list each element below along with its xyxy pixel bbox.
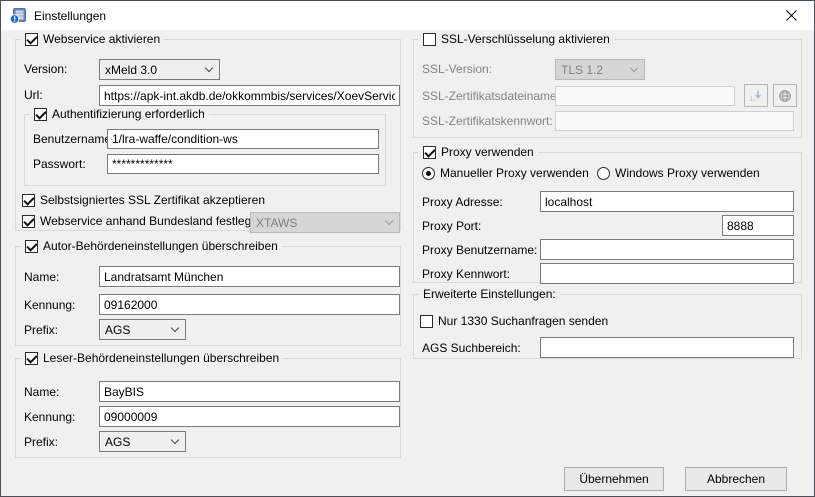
url-input[interactable]: [99, 85, 400, 106]
ssl-password-label: SSL-Zertifikatskennwort:: [422, 114, 553, 128]
bundesland-label: Webservice anhand Bundesland festlegen: [40, 214, 265, 228]
proxy-windows-row: Windows Proxy verwenden: [597, 166, 760, 180]
ssl-group-label: SSL-Verschlüsselung aktivieren: [441, 32, 610, 46]
globe-icon: [778, 89, 792, 103]
settings-dialog: Einstellungen Webservice aktivieren Vers…: [0, 0, 815, 497]
autor-prefix-label: Prefix:: [24, 323, 58, 337]
leser-override-checkbox[interactable]: [25, 352, 38, 365]
proxy-password-label: Proxy Kennwort:: [422, 267, 510, 281]
leser-prefix-value: AGS: [105, 435, 130, 449]
bundesland-select: XTAWS: [250, 212, 400, 233]
proxy-group: Proxy verwenden Manueller Proxy verwende…: [413, 152, 802, 283]
auth-group-label: Authentifizierung erforderlich: [52, 107, 205, 121]
autor-group: Autor-Behördeneinstellungen überschreibe…: [15, 246, 401, 346]
chevron-down-icon: [630, 65, 639, 74]
leser-prefix-label: Prefix:: [24, 435, 58, 449]
autor-override-checkbox[interactable]: [25, 240, 38, 253]
close-icon: [786, 10, 797, 21]
close-button[interactable]: [769, 1, 814, 30]
chevron-down-icon: [205, 65, 214, 74]
leser-name-label: Name:: [24, 385, 59, 399]
url-label: Url:: [24, 88, 43, 102]
window-title: Einstellungen: [34, 9, 106, 23]
ssl-enable-checkbox[interactable]: [423, 33, 436, 46]
proxy-windows-radio[interactable]: [597, 167, 610, 180]
chevron-down-icon: [171, 437, 180, 446]
leser-name-input[interactable]: [99, 381, 400, 402]
autor-group-label: Autor-Behördeneinstellungen überschreibe…: [43, 239, 278, 253]
ssl-file-globe-button: [773, 84, 797, 107]
advanced-group-label: Erweiterte Einstellungen:: [423, 287, 556, 301]
ssl-version-select: TLS 1.2: [555, 59, 645, 80]
ssl-file-label: SSL-Zertifikatsdateiname:: [422, 89, 560, 103]
leser-kennung-input[interactable]: [99, 406, 400, 427]
autor-kennung-label: Kennung:: [24, 298, 75, 312]
leser-group: Leser-Behördeneinstellungen überschreibe…: [15, 358, 401, 458]
open-file-icon: [749, 89, 763, 103]
cancel-button[interactable]: Abbrechen: [685, 467, 787, 491]
nur1330-checkbox[interactable]: [420, 315, 433, 328]
version-value: xMeld 3.0: [105, 63, 157, 77]
selfsigned-checkbox[interactable]: [22, 194, 35, 207]
proxy-address-input[interactable]: [540, 191, 794, 212]
password-input[interactable]: [107, 154, 379, 174]
proxy-password-input[interactable]: [540, 263, 794, 284]
version-select[interactable]: xMeld 3.0: [99, 59, 220, 80]
proxy-windows-label: Windows Proxy verwenden: [615, 166, 760, 180]
proxy-manual-label: Manueller Proxy verwenden: [440, 166, 589, 180]
autor-name-input[interactable]: [99, 266, 400, 287]
database-info-icon: [10, 8, 26, 24]
advanced-group: Erweiterte Einstellungen: Nur 1330 Sucha…: [413, 294, 802, 359]
bundesland-row: Webservice anhand Bundesland festlegen: [22, 214, 265, 228]
autor-prefix-select[interactable]: AGS: [99, 319, 186, 340]
webservice-enable-checkbox[interactable]: [25, 33, 38, 46]
proxy-address-label: Proxy Adresse:: [422, 195, 503, 209]
ags-suchbereich-input[interactable]: [540, 337, 794, 358]
webservice-group-label: Webservice aktivieren: [43, 32, 160, 46]
proxy-port-input[interactable]: [722, 215, 794, 236]
autor-name-label: Name:: [24, 270, 59, 284]
password-label: Passwort:: [33, 157, 86, 171]
leser-kennung-label: Kennung:: [24, 410, 75, 424]
ags-suchbereich-label: AGS Suchbereich:: [422, 341, 521, 355]
username-input[interactable]: [107, 129, 379, 149]
apply-button[interactable]: Übernehmen: [564, 467, 664, 491]
proxy-username-label: Proxy Benutzername:: [422, 243, 537, 257]
ssl-version-label: SSL-Version:: [422, 62, 492, 76]
proxy-manual-row: Manueller Proxy verwenden: [422, 166, 589, 180]
proxy-port-label: Proxy Port:: [422, 219, 481, 233]
version-label: Version:: [24, 62, 67, 76]
auth-required-checkbox[interactable]: [34, 108, 47, 121]
ssl-version-value: TLS 1.2: [561, 63, 603, 77]
nur1330-label: Nur 1330 Suchanfragen senden: [438, 314, 608, 328]
chevron-down-icon: [171, 325, 180, 334]
proxy-group-label: Proxy verwenden: [441, 145, 534, 159]
selfsigned-label: Selbstsigniertes SSL Zertifikat akzeptie…: [40, 193, 265, 207]
proxy-manual-radio[interactable]: [422, 167, 435, 180]
leser-prefix-select[interactable]: AGS: [99, 431, 186, 452]
bundesland-value: XTAWS: [256, 216, 297, 230]
proxy-enable-checkbox[interactable]: [423, 146, 436, 159]
leser-group-label: Leser-Behördeneinstellungen überschreibe…: [43, 351, 279, 365]
bundesland-checkbox[interactable]: [22, 215, 35, 228]
webservice-group: Webservice aktivieren Version: xMeld 3.0…: [15, 39, 401, 231]
nur1330-row: Nur 1330 Suchanfragen senden: [420, 314, 608, 328]
ssl-password-input: [555, 111, 794, 131]
ssl-group: SSL-Verschlüsselung aktivieren SSL-Versi…: [413, 39, 802, 138]
auth-group: Authentifizierung erforderlich Benutzern…: [24, 114, 386, 186]
autor-prefix-value: AGS: [105, 323, 130, 337]
ssl-file-browse-button: [744, 84, 768, 107]
proxy-username-input[interactable]: [540, 239, 794, 260]
titlebar: Einstellungen: [1, 1, 814, 30]
username-label: Benutzername:: [33, 132, 114, 146]
selfsigned-row: Selbstsigniertes SSL Zertifikat akzeptie…: [22, 193, 265, 207]
ssl-file-input: [555, 86, 735, 106]
chevron-down-icon: [385, 218, 394, 227]
autor-kennung-input[interactable]: [99, 294, 400, 315]
